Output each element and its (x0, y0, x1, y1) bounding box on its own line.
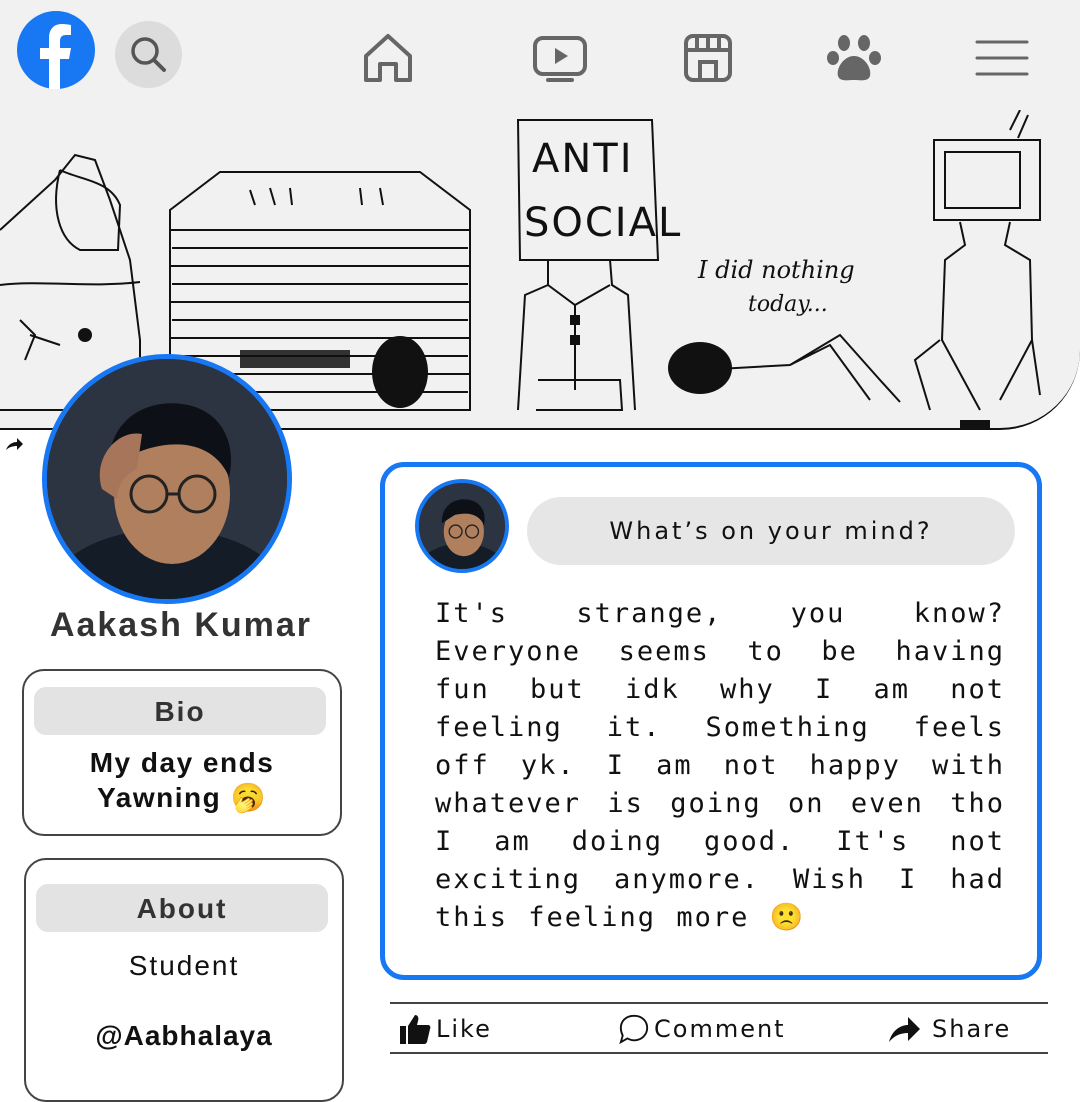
profile-avatar[interactable] (42, 354, 292, 604)
whats-on-your-mind-input[interactable]: What’s on your mind? (527, 497, 1015, 565)
comment-bubble-icon (619, 1014, 649, 1045)
about-card: About Student @Aabhalaya (24, 858, 344, 1102)
profile-photo-image (47, 359, 287, 599)
about-occupation: Student (128, 950, 240, 981)
bio-line-1: My day ends (89, 747, 275, 778)
post-author-photo-image (419, 483, 505, 569)
profile-name: Aakash Kumar (49, 606, 313, 644)
search-button[interactable] (115, 21, 182, 88)
cover-sign-line2: SOCIAL (524, 200, 683, 246)
bio-heading: Bio (34, 687, 326, 735)
bio-line-2: Yawning 🥱 (97, 782, 267, 813)
marketplace-icon[interactable] (678, 28, 738, 88)
bio-card: Bio My day ends Yawning 🥱 (22, 669, 342, 836)
comment-label: Comment (654, 1015, 786, 1043)
like-button[interactable]: Like (398, 1012, 492, 1046)
post-action-bar: Like Comment Share (390, 1002, 1048, 1054)
share-arrow-icon (4, 434, 24, 454)
thumbs-up-icon (400, 1015, 431, 1044)
like-label: Like (436, 1015, 492, 1043)
search-icon (131, 37, 166, 72)
post-author-avatar[interactable] (415, 479, 509, 573)
cover-caption-line2: today... (748, 292, 828, 317)
share-button[interactable]: Share (886, 1012, 1011, 1046)
menu-icon[interactable] (972, 28, 1032, 88)
paw-icon[interactable] (824, 28, 884, 88)
share-arrow-icon (889, 1017, 920, 1042)
about-heading: About (36, 884, 328, 932)
facebook-logo-icon[interactable] (17, 11, 95, 89)
about-handle[interactable]: @Aabhalaya (26, 1020, 342, 1052)
post-body-text: It's strange, you know? Everyone seems t… (435, 598, 1005, 933)
video-icon[interactable] (530, 28, 590, 88)
comment-button[interactable]: Comment (618, 1012, 786, 1046)
home-icon[interactable] (358, 28, 418, 88)
post-composer-card: What’s on your mind? It's strange, you k… (380, 462, 1042, 980)
top-navigation-bar (0, 0, 1080, 110)
cover-sign-line1: ANTI (532, 136, 634, 182)
share-label: Share (932, 1015, 1012, 1043)
cover-caption-line1: I did nothing (698, 256, 855, 284)
